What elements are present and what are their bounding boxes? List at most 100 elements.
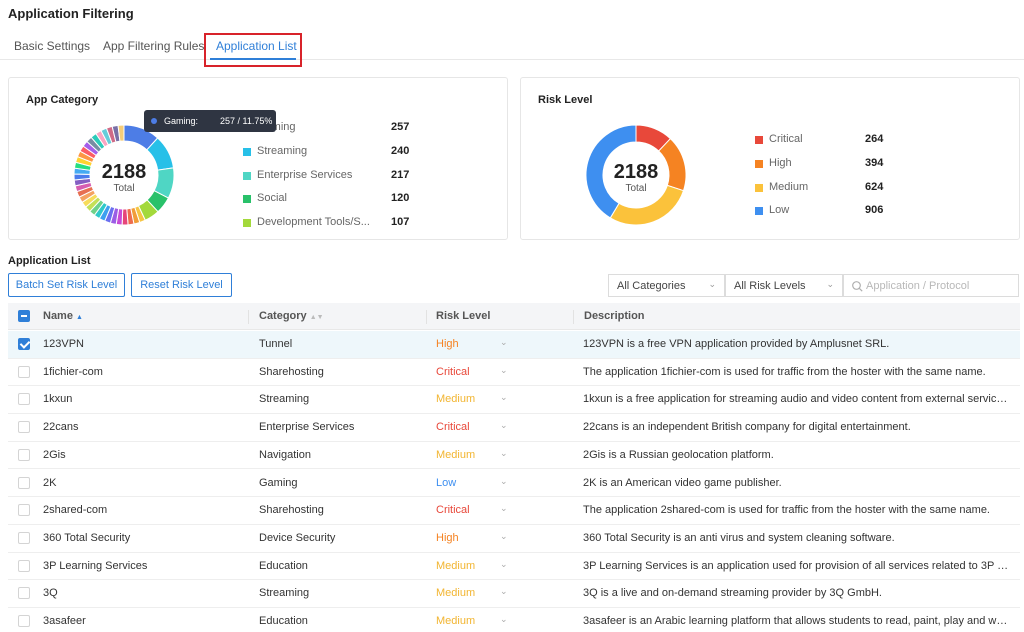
row-checkbox[interactable] — [18, 531, 30, 544]
table-row[interactable]: 360 Total Security Device Security High ⌄ 36… — [8, 525, 1020, 553]
table-row[interactable]: 2shared-com Sharehosting Critical ⌄ The appl… — [8, 497, 1020, 525]
legend-item[interactable]: High 394 — [755, 157, 905, 171]
risk-level-select[interactable]: Medium — [436, 449, 496, 461]
legend-label: Social — [257, 192, 287, 205]
app-category: Navigation — [259, 448, 311, 461]
row-checkbox[interactable] — [18, 587, 30, 600]
app-name: 3P Learning Services — [43, 559, 148, 572]
donut-slice[interactable] — [609, 184, 685, 226]
legend-label: Streaming — [257, 144, 308, 157]
column-header-description: Description — [584, 310, 645, 322]
chevron-down-icon[interactable]: ⌄ — [500, 586, 508, 597]
row-checkbox[interactable] — [18, 559, 30, 572]
chevron-down-icon[interactable]: ⌄ — [500, 420, 508, 431]
legend-label: Critical — [769, 133, 803, 145]
column-header-category[interactable]: Category ▲▼ — [259, 310, 324, 322]
tab-app-filtering-rules[interactable]: App Filtering Rules — [103, 39, 204, 53]
row-checkbox[interactable] — [18, 421, 30, 434]
row-checkbox[interactable] — [18, 448, 30, 461]
risk-level-select[interactable]: High — [436, 532, 496, 544]
chevron-down-icon[interactable]: ⌄ — [500, 503, 508, 514]
app-category: Sharehosting — [259, 365, 324, 378]
table-row[interactable]: 3asafeer Education Medium ⌄ 3asafeer is an A… — [8, 608, 1020, 632]
app-name: 2K — [43, 476, 57, 489]
legend-item[interactable]: Low 906 — [755, 204, 905, 218]
row-checkbox[interactable] — [18, 476, 30, 489]
row-checkbox[interactable] — [18, 365, 30, 378]
app-description: 3Q is a live and on-demand streaming pro… — [583, 587, 882, 600]
legend-value: 217 — [391, 168, 410, 181]
select-all-checkbox[interactable] — [18, 310, 30, 322]
legend-value: 264 — [865, 133, 884, 145]
column-header-name[interactable]: Name ▲ — [43, 310, 83, 322]
tooltip-value: 257 / 11.75% — [220, 116, 273, 126]
table-row[interactable]: 2K Gaming Low ⌄ 2K is an American video game… — [8, 470, 1020, 498]
table-row[interactable]: 22cans Enterprise Services Critical ⌄ 22cans… — [8, 414, 1020, 442]
risk-level-select[interactable]: Medium — [436, 560, 496, 572]
app-category-card: App Category 2188 Total Gaming 257 Streamin… — [8, 77, 508, 240]
risk-level-select[interactable]: Medium — [436, 587, 496, 599]
legend-value: 257 — [391, 121, 410, 133]
chevron-down-icon[interactable]: ⌄ — [500, 614, 508, 625]
sort-icon[interactable]: ▲ — [76, 314, 83, 321]
risk-level-select[interactable]: Medium — [436, 393, 496, 405]
risk-level-select[interactable]: Critical — [436, 421, 496, 433]
chevron-down-icon[interactable]: ⌄ — [500, 531, 508, 542]
tooltip-label: Gaming: — [164, 116, 199, 126]
legend-value: 624 — [865, 180, 884, 193]
donut-slice[interactable] — [657, 137, 687, 192]
risk-level-select[interactable]: High — [436, 338, 496, 350]
table-row[interactable]: 123VPN Tunnel High ⌄ 123VPN is a free VPN ap… — [8, 331, 1020, 359]
risk-level-select[interactable]: Low — [436, 477, 496, 489]
app-description: 2Gis is a Russian geolocation platform. — [583, 448, 774, 461]
chevron-down-icon[interactable]: ⌄ — [500, 392, 508, 403]
table-row[interactable]: 3Q Streaming Medium ⌄ 3Q is a live and on-de… — [8, 580, 1020, 608]
column-divider — [426, 310, 427, 324]
legend-label: Development Tools/S... — [257, 216, 369, 229]
search-input[interactable] — [866, 278, 1014, 294]
table-row[interactable]: 1fichier-com Sharehosting Critical ⌄ The app… — [8, 359, 1020, 387]
batch-set-risk-level-button[interactable]: Batch Set Risk Level — [8, 273, 125, 297]
row-checkbox[interactable] — [18, 615, 30, 627]
app-description: The application 2shared-com is used for … — [583, 504, 990, 517]
app-category: Device Security — [259, 531, 336, 544]
legend-item[interactable]: Social 120 — [243, 192, 431, 206]
legend-item[interactable]: Critical 264 — [755, 133, 905, 147]
legend-item[interactable]: Medium 624 — [755, 181, 905, 195]
legend-item[interactable]: Streaming 240 — [243, 145, 431, 159]
column-name-label: Name — [43, 310, 73, 322]
chevron-down-icon[interactable]: ⌄ — [500, 476, 508, 487]
chevron-down-icon[interactable]: ⌄ — [500, 337, 508, 348]
chevron-down-icon[interactable]: ⌄ — [500, 448, 508, 459]
legend-value: 120 — [391, 192, 410, 205]
app-category: Sharehosting — [259, 504, 324, 517]
risk-level-select[interactable]: Critical — [436, 366, 496, 378]
category-filter-select[interactable]: All Categories ⌄ — [608, 274, 725, 297]
legend-swatch — [755, 207, 763, 216]
app-category: Enterprise Services — [259, 421, 355, 434]
risk-level-select[interactable]: Critical — [436, 504, 496, 516]
legend-item[interactable]: Development Tools/S... 107 — [243, 216, 431, 230]
reset-risk-level-button[interactable]: Reset Risk Level — [131, 273, 232, 297]
legend-value: 107 — [391, 216, 410, 229]
tab-basic-settings[interactable]: Basic Settings — [14, 39, 90, 53]
table-row[interactable]: 2Gis Navigation Medium ⌄ 2Gis is a Russian g… — [8, 442, 1020, 470]
row-checkbox[interactable] — [18, 393, 30, 406]
sort-icon[interactable]: ▲▼ — [310, 314, 324, 321]
page-title: Application Filtering — [8, 6, 134, 21]
chevron-down-icon[interactable]: ⌄ — [500, 559, 508, 570]
risk-filter-value: All Risk Levels — [734, 280, 806, 292]
chevron-down-icon[interactable]: ⌄ — [500, 365, 508, 376]
table-row[interactable]: 3P Learning Services Education Medium ⌄ 3P L… — [8, 553, 1020, 581]
risk-level-select[interactable]: Medium — [436, 615, 496, 627]
donut-slice[interactable] — [73, 173, 91, 181]
search-box[interactable] — [843, 274, 1019, 297]
legend-label: High — [769, 156, 792, 169]
row-checkbox[interactable] — [18, 504, 30, 517]
app-name: 123VPN — [43, 338, 84, 350]
row-checkbox[interactable] — [18, 338, 30, 350]
legend-item[interactable]: Enterprise Services 217 — [243, 169, 431, 183]
table-row[interactable]: 1kxun Streaming Medium ⌄ 1kxun is a free app… — [8, 386, 1020, 415]
legend-swatch — [755, 136, 763, 144]
risk-filter-select[interactable]: All Risk Levels ⌄ — [725, 274, 843, 297]
